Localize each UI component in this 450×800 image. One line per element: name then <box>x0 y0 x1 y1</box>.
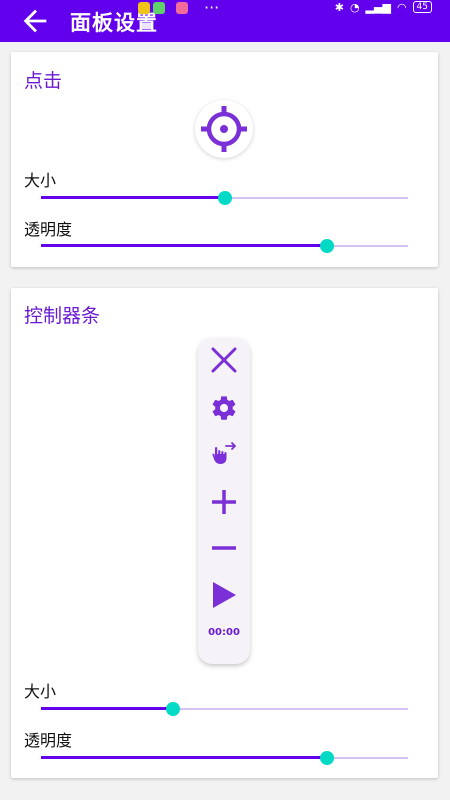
slider-thumb[interactable] <box>217 191 232 205</box>
control-bar-preview: 00:00 <box>198 338 250 664</box>
signal-icon: ▂▄▆ <box>365 0 391 14</box>
gesture-button[interactable] <box>208 438 240 470</box>
crosshair-icon <box>201 106 247 152</box>
bluetooth-icon: ✱ <box>334 0 344 14</box>
control-bar-section-title: 控制器条 <box>24 305 101 327</box>
remove-button[interactable] <box>208 532 240 564</box>
notification-icons <box>138 2 188 14</box>
slider-thumb[interactable] <box>166 702 181 716</box>
click-opacity-slider[interactable] <box>41 236 408 256</box>
more-notifications-indicator: ··· <box>204 0 220 17</box>
add-button[interactable] <box>208 486 240 518</box>
minus-icon <box>212 546 236 550</box>
slider-fill <box>41 707 174 710</box>
notification-icon <box>176 2 188 14</box>
gear-icon <box>212 396 236 420</box>
click-section-title: 点击 <box>24 70 63 92</box>
notification-icon <box>153 2 165 14</box>
slider-fill <box>41 196 225 199</box>
play-button[interactable] <box>208 579 240 611</box>
close-button[interactable] <box>208 344 240 376</box>
close-icon <box>211 347 237 373</box>
play-icon <box>213 582 236 608</box>
slider-fill <box>41 756 328 759</box>
slider-thumb[interactable] <box>320 239 335 253</box>
timer-display: 00:00 <box>208 627 240 638</box>
wifi-icon: ◠ <box>396 0 407 14</box>
notification-icon <box>138 2 150 14</box>
gesture-icon <box>212 442 236 464</box>
slider-fill <box>41 244 328 247</box>
plus-icon <box>212 490 236 514</box>
alarm-icon: ◔ <box>349 0 360 14</box>
status-bar: ✱ ◔ ▂▄▆ ◠ 45 <box>335 0 432 14</box>
click-size-slider[interactable] <box>41 188 408 208</box>
control-bar-opacity-slider[interactable] <box>41 748 408 768</box>
slider-thumb[interactable] <box>320 751 335 765</box>
battery-icon: 45 <box>412 1 432 13</box>
app-bar: 面板设置 ··· ✱ ◔ ▂▄▆ ◠ 45 <box>0 0 450 42</box>
back-arrow-icon[interactable] <box>18 4 52 38</box>
settings-button[interactable] <box>208 392 240 424</box>
click-settings-card: 点击 大小 透明度 <box>11 52 438 267</box>
control-bar-settings-card: 控制器条 00:00 大小 透明度 <box>11 288 438 778</box>
control-bar-size-slider[interactable] <box>41 699 408 719</box>
click-target-preview[interactable] <box>195 100 253 158</box>
